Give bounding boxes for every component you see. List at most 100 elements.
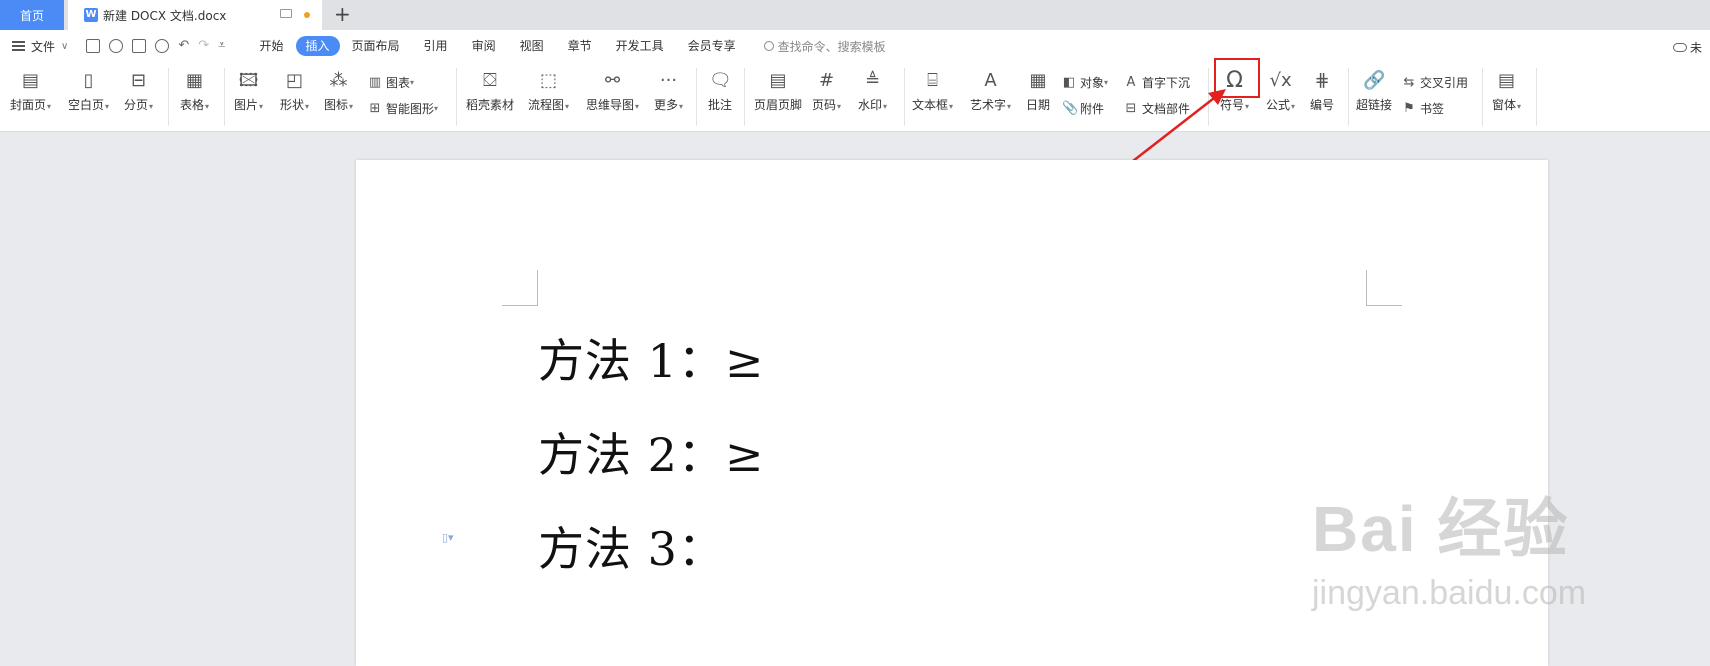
cross-reference-label: 交叉引用 [1420, 76, 1469, 90]
comment-button[interactable]: 🗨 批注 [708, 70, 732, 113]
smartart-button[interactable]: ⊞ 智能图形 ▾ [368, 100, 438, 117]
menu-tab-home[interactable]: 开始 [248, 36, 296, 56]
form-icon: ▤ [1498, 70, 1516, 91]
redo-icon[interactable]: ↷ [198, 39, 209, 53]
picture-label: 图片 [234, 98, 259, 112]
file-menu[interactable]: 文件 ∨ [12, 38, 68, 55]
print-icon[interactable] [132, 39, 147, 53]
picture-button[interactable]: 🖾 图片▾ [234, 70, 263, 113]
ribbon-separator [1536, 68, 1537, 126]
ribbon-separator [456, 68, 457, 126]
attachment-button[interactable]: 📎 附件 [1062, 100, 1104, 117]
hamburger-icon [12, 41, 25, 51]
wordart-label: 艺术字 [970, 98, 1007, 112]
hyperlink-button[interactable]: 🔗 超链接 [1356, 70, 1392, 113]
shape-button[interactable]: ◰ 形状▾ [280, 70, 309, 113]
undo-icon[interactable]: ↶ [178, 39, 189, 53]
more-button[interactable]: ··· 更多▾ [654, 70, 683, 113]
cover-page-icon: ▤ [22, 70, 40, 91]
comment-label: 批注 [708, 98, 733, 112]
header-footer-icon: ▤ [769, 70, 787, 91]
mindmap-button[interactable]: ⚯ 思维导图▾ [586, 70, 639, 113]
monitor-icon[interactable] [280, 9, 292, 18]
save-icon[interactable] [86, 39, 101, 53]
flowchart-label: 流程图 [528, 98, 565, 112]
watermark-brand: Bai 经验 [1312, 493, 1570, 565]
menu-tab-view[interactable]: 视图 [508, 36, 556, 56]
annotation-arrow [1132, 89, 1226, 162]
cross-reference-icon: ⇆ [1403, 74, 1415, 90]
icons-grid-icon: ⁂ [329, 70, 348, 91]
formula-label: 公式 [1266, 98, 1291, 112]
menu-tab-insert[interactable]: 插入 [295, 36, 340, 56]
page-number-button[interactable]: # 页码▾ [812, 70, 841, 113]
tab-bar: 首页 W 新建 DOCX 文档.docx + [0, 0, 1710, 30]
cross-reference-button[interactable]: ⇆ 交叉引用 [1402, 74, 1468, 91]
ribbon-separator [1348, 68, 1349, 126]
icon-button[interactable]: ⁂ 图标▾ [324, 70, 353, 113]
ribbon-separator [904, 68, 905, 126]
more-label: 更多 [654, 98, 679, 112]
wordart-button[interactable]: A 艺术字▾ [970, 70, 1011, 113]
paperclip-icon: 📎 [1062, 100, 1079, 116]
document-tab[interactable]: W 新建 DOCX 文档.docx [68, 0, 322, 30]
numbering-label: 编号 [1310, 98, 1335, 112]
window-form-button[interactable]: ▤ 窗体▾ [1492, 70, 1521, 113]
new-tab-button[interactable]: + [334, 4, 351, 24]
home-tab[interactable]: 首页 [0, 0, 64, 30]
menu-tab-review[interactable]: 审阅 [460, 36, 508, 56]
print-preview-icon[interactable] [155, 39, 170, 53]
menu-tab-developer[interactable]: 开发工具 [604, 36, 676, 56]
cover-page-button[interactable]: ▤ 封面页▾ [10, 70, 51, 113]
formula-button[interactable]: √x 公式▾ [1266, 70, 1295, 113]
chart-icon: ▥ [368, 74, 382, 90]
customize-icon[interactable]: ⩡ [218, 39, 225, 53]
blank-page-label: 空白页 [68, 98, 105, 112]
document-line-2[interactable]: 方法 2：≥ [538, 419, 764, 485]
object-label: 对象 [1080, 76, 1105, 90]
table-button[interactable]: ▦ 表格▾ [180, 70, 209, 113]
date-button[interactable]: ▦ 日期 [1026, 70, 1050, 113]
picture-icon: 🖾 [238, 70, 259, 91]
blank-page-icon: ▯ [83, 70, 94, 91]
menu-tab-layout[interactable]: 页面布局 [340, 36, 412, 56]
insert-ribbon: ▤ 封面页▾ ▯ 空白页▾ ⊟ 分页▾ ▦ 表格▾ 🖾 图片▾ ◰ 形状▾ ⁂ 图标▾ ▥ 图表… [0, 62, 1710, 132]
watermark-icon: ≜ [864, 70, 881, 91]
cloud-sync[interactable]: 未 [1672, 39, 1702, 56]
watermark-button[interactable]: ≜ 水印▾ [858, 70, 887, 113]
document-line-3[interactable]: 方法 3： [538, 513, 725, 579]
date-label: 日期 [1026, 98, 1051, 112]
material-label: 稻壳素材 [466, 98, 515, 112]
document-line-1[interactable]: 方法 1：≥ [538, 325, 764, 391]
chart-button[interactable]: ▥ 图表 ▾ [368, 74, 414, 91]
shape-label: 形状 [280, 98, 305, 112]
page-break-button[interactable]: ⊟ 分页▾ [124, 70, 153, 113]
flowchart-button[interactable]: ⬚ 流程图▾ [528, 70, 569, 113]
menu-tab-section[interactable]: 章节 [556, 36, 604, 56]
material-button[interactable]: ⛋ 稻壳素材 [466, 70, 514, 113]
page-break-label: 分页 [124, 98, 149, 112]
header-footer-label: 页眉页脚 [754, 98, 803, 112]
menu-tab-references[interactable]: 引用 [412, 36, 460, 56]
search-icon [763, 41, 774, 51]
flowchart-icon: ⬚ [540, 70, 558, 91]
object-button[interactable]: ◧ 对象 ▾ [1062, 74, 1108, 91]
unsaved-dot-icon [304, 12, 310, 18]
ribbon-separator [224, 68, 225, 126]
wordart-icon: A [984, 70, 997, 91]
shape-icon: ◰ [286, 70, 304, 91]
hyperlink-label: 超链接 [1356, 98, 1393, 112]
textbox-button[interactable]: ⌸ 文本框▾ [912, 70, 953, 113]
attachment-label: 附件 [1080, 102, 1105, 116]
bookmark-button[interactable]: ⚑ 书签 [1402, 100, 1444, 117]
mindmap-label: 思维导图 [586, 98, 635, 112]
header-footer-button[interactable]: ▤ 页眉页脚 [754, 70, 802, 113]
format-painter-icon[interactable] [109, 39, 124, 53]
numbering-button[interactable]: ⋕ 编号 [1310, 70, 1334, 113]
command-search[interactable]: 查找命令、搜索模板 [763, 38, 886, 55]
material-icon: ⛋ [483, 70, 497, 91]
paragraph-handle-icon[interactable]: ▯▾ [442, 531, 454, 544]
menu-tabs: 开始 插入 页面布局 引用 审阅 视图 章节 开发工具 会员专享 [248, 36, 748, 56]
menu-tab-member[interactable]: 会员专享 [676, 36, 748, 56]
blank-page-button[interactable]: ▯ 空白页▾ [68, 70, 109, 113]
